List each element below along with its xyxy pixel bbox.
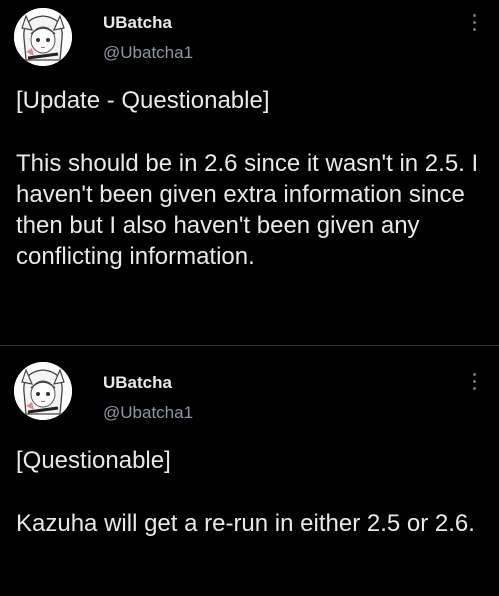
more-options-icon[interactable]: [471, 373, 477, 395]
tweet-content: This should be in 2.6 since it wasn't in…: [16, 150, 479, 270]
user-handle[interactable]: @Ubatcha1: [103, 403, 193, 423]
display-name[interactable]: UBatcha: [103, 13, 172, 33]
tweet-content: Kazuha will get a re-run in either 2.5 o…: [16, 510, 475, 537]
tweet-tag: [Update - Questionable]: [16, 87, 270, 114]
avatar[interactable]: [14, 362, 72, 420]
more-options-icon[interactable]: [471, 14, 477, 36]
avatar[interactable]: [14, 8, 72, 66]
tweet[interactable]: UBatcha @Ubatcha1 [Update - Questionable…: [0, 0, 499, 346]
anime-girl-avatar-icon: [14, 362, 72, 420]
tweet-text: [Update - Questionable] This should be i…: [16, 85, 485, 272]
tweet-tag: [Questionable]: [16, 447, 171, 474]
tweet-text: [Questionable] Kazuha will get a re-run …: [16, 445, 485, 539]
anime-girl-avatar-icon: [14, 8, 72, 66]
display-name[interactable]: UBatcha: [103, 373, 172, 393]
tweet[interactable]: UBatcha @Ubatcha1 [Questionable] Kazuha …: [0, 347, 499, 596]
user-handle[interactable]: @Ubatcha1: [103, 43, 193, 63]
